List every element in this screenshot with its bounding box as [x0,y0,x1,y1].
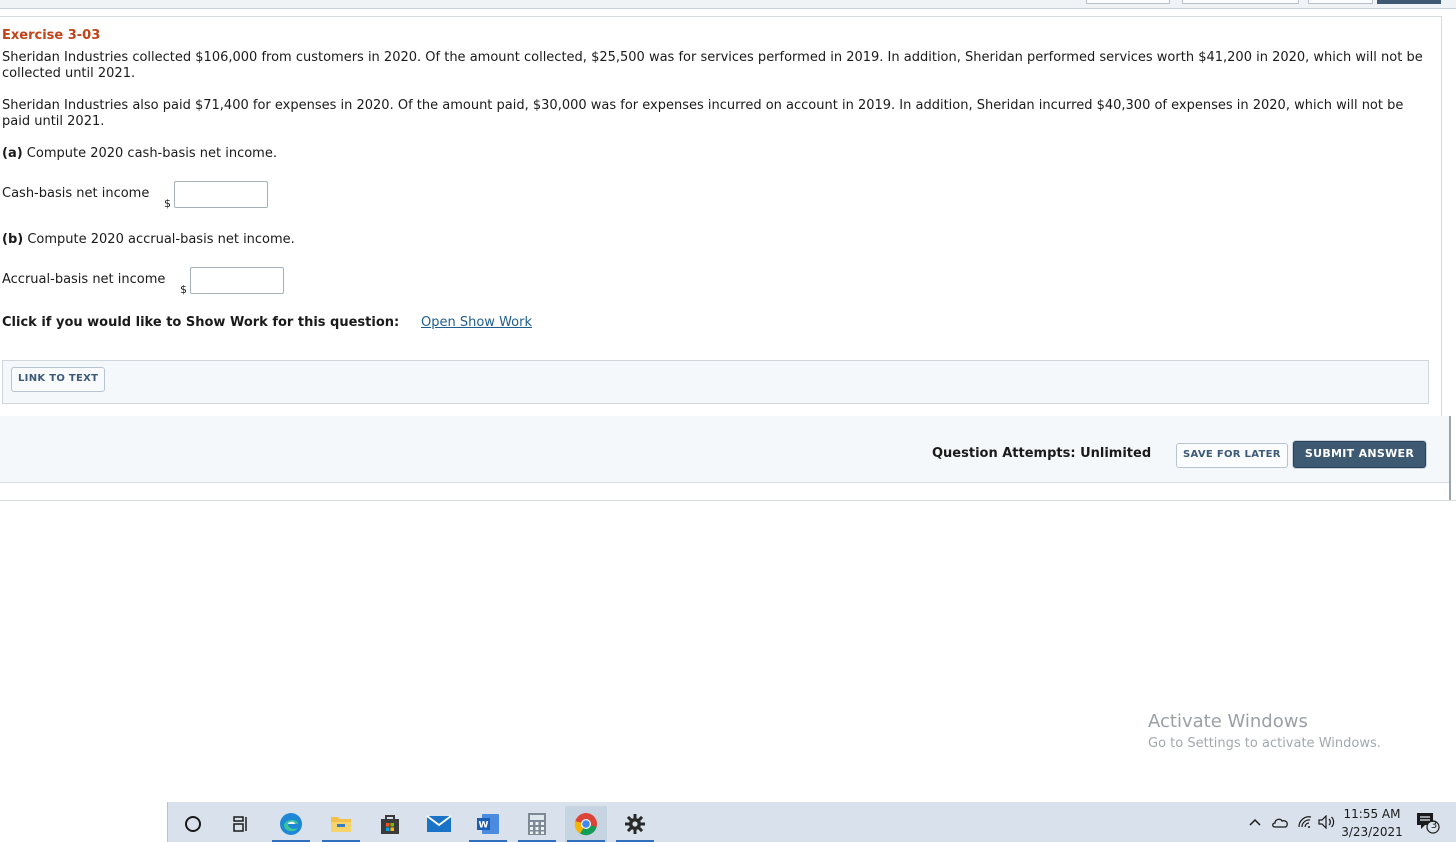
word-icon[interactable]: W [467,806,509,842]
link-to-text-button[interactable]: LINK TO TEXT [11,367,106,392]
search-circle-icon[interactable] [172,806,214,842]
top-toolbar-strip [0,0,1456,9]
mail-icon[interactable] [418,806,460,842]
problem-paragraph-2: Sheridan Industries also paid $71,400 fo… [2,98,1404,129]
top-tab-3[interactable] [1308,0,1373,4]
clock-date: 3/23/2021 [1341,825,1403,839]
taskbar-clock[interactable]: 11:55 AM 3/23/2021 [1336,805,1408,841]
activate-windows-title: Activate Windows [1148,711,1308,732]
calculator-icon[interactable] [516,806,558,842]
question-attempts: Question Attempts: Unlimited [932,446,1152,461]
accrual-basis-input[interactable] [190,267,284,294]
exercise-title: Exercise 3-03 [2,28,101,43]
task-view-icon[interactable] [220,806,262,842]
notifications-icon[interactable]: 3 [1412,802,1442,842]
question-footer: Question Attempts: Unlimited SAVE FOR LA… [0,416,1449,483]
open-show-work-link[interactable]: Open Show Work [421,315,532,330]
store-icon[interactable] [369,806,411,842]
volume-icon[interactable] [1317,802,1337,842]
accrual-basis-label: Accrual-basis net income [2,272,166,287]
file-explorer-icon[interactable] [320,806,362,842]
chrome-icon[interactable] [565,806,607,842]
cash-basis-label: Cash-basis net income [2,186,150,201]
part-a-question: (a) Compute 2020 cash-basis net income. [2,146,277,161]
svg-text:W: W [479,821,489,831]
link-to-text-panel: LINK TO TEXT [2,360,1429,404]
save-for-later-button[interactable]: SAVE FOR LATER [1176,443,1288,468]
taskbar: W 11:55 AM 3/23/2021 3 [0,802,1456,842]
cash-basis-currency: $ [164,197,171,210]
show-work-label: Click if you would like to Show Work for… [2,315,400,330]
part-b-tag: (b) [2,232,24,247]
part-b-text: Compute 2020 accrual-basis net income. [27,232,295,247]
submit-answer-button[interactable]: SUBMIT ANSWER [1293,441,1426,468]
top-tab-4[interactable] [1377,0,1441,4]
part-a-tag: (a) [2,146,23,161]
cash-basis-input[interactable] [174,181,268,208]
chevron-up-icon[interactable] [1246,802,1264,842]
accrual-basis-currency: $ [180,283,187,296]
clock-time: 11:55 AM [1343,807,1401,821]
settings-icon[interactable] [614,806,656,842]
problem-paragraph-1: Sheridan Industries collected $106,000 f… [2,50,1423,81]
notifications-count: 3 [1430,820,1438,831]
edge-icon[interactable] [270,806,312,842]
part-a-text: Compute 2020 cash-basis net income. [26,146,277,161]
taskbar-search-box[interactable] [0,802,168,842]
part-b-question: (b) Compute 2020 accrual-basis net incom… [2,232,295,247]
right-rule [1449,416,1451,500]
wifi-icon[interactable] [1296,802,1314,842]
top-tab-2[interactable] [1182,0,1299,4]
activate-windows-subtitle: Go to Settings to activate Windows. [1148,736,1381,751]
content-separator [0,500,1456,501]
onedrive-icon[interactable] [1268,802,1292,842]
top-tab-1[interactable] [1086,0,1170,4]
